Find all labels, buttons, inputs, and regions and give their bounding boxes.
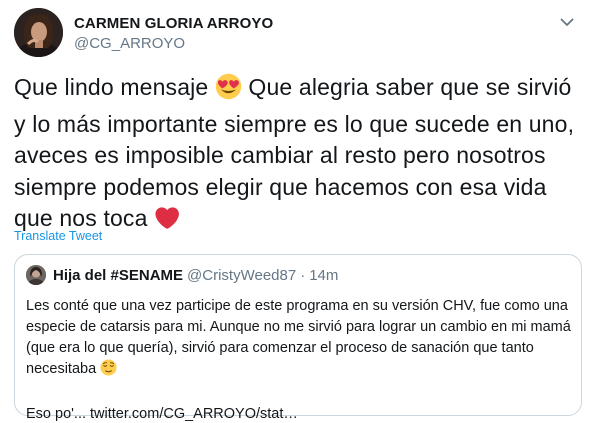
quoted-text-part-2[interactable]: Eso po'... twitter.com/CG_ARROYO/stat… — [26, 404, 571, 423]
author-display-name[interactable]: CARMEN GLORIA ARROYO — [74, 14, 273, 34]
author-handle[interactable]: @CG_ARROYO — [74, 34, 273, 54]
quoted-display-name[interactable]: Hija del #SENAME — [53, 267, 183, 284]
quoted-avatar[interactable] — [26, 265, 46, 285]
tweet-text-part-1: Que lindo mensaje — [14, 74, 215, 100]
quoted-timestamp[interactable]: 14m — [309, 267, 338, 284]
avatar[interactable] — [14, 8, 63, 57]
heart-eyes-emoji-icon — [215, 73, 242, 109]
quoted-handle[interactable]: @CristyWeed87 — [187, 267, 296, 284]
quoted-separator: · — [300, 266, 306, 284]
quoted-tweet-header: Hija del #SENAME @CristyWeed87 · 14m — [26, 264, 570, 286]
tweet-header: CARMEN GLORIA ARROYO @CG_ARROYO — [14, 8, 581, 60]
translate-tweet-link[interactable]: Translate Tweet — [14, 229, 102, 243]
tweet-text: Que lindo mensaje Que alegria saber que … — [14, 72, 586, 240]
chevron-down-icon[interactable] — [557, 12, 577, 32]
author-names: CARMEN GLORIA ARROYO @CG_ARROYO — [74, 14, 273, 54]
quoted-tweet[interactable]: Hija del #SENAME @CristyWeed87 · 14m Les… — [14, 254, 582, 422]
avatar-photo — [14, 8, 63, 57]
relieved-face-emoji-icon — [100, 359, 117, 383]
quoted-tweet-text: Les conté que una vez participe de este … — [26, 296, 571, 423]
red-heart-emoji-icon — [154, 206, 179, 240]
